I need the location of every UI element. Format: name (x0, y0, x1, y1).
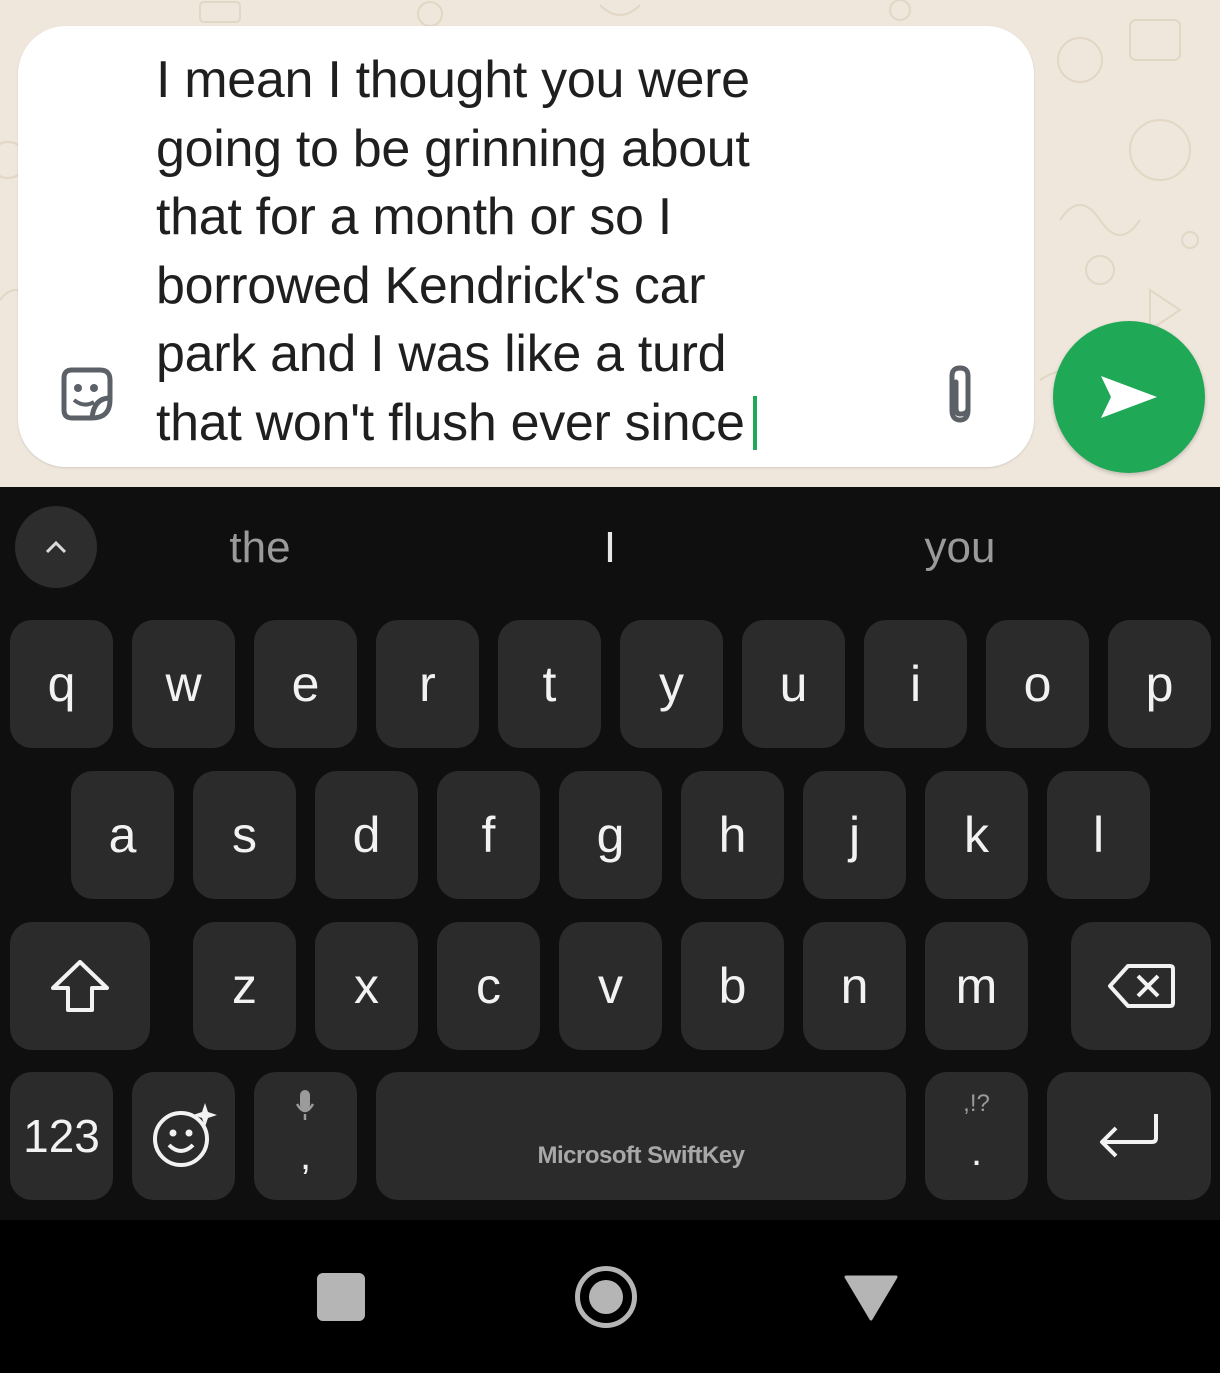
keyboard: the I you q w e r t y u i o p a s d f g … (0, 487, 1220, 1220)
key-d[interactable]: d (315, 771, 418, 899)
attach-button[interactable] (930, 362, 990, 432)
emoji-sparkle-icon (152, 1103, 217, 1167)
sticker-button[interactable] (54, 362, 118, 426)
punctuation-hint: ,!? (963, 1090, 990, 1117)
key-e[interactable]: e (254, 620, 357, 748)
send-button[interactable] (1053, 321, 1205, 473)
enter-return-icon (1100, 1114, 1158, 1158)
suggestion-1[interactable]: the (180, 523, 340, 573)
key-y[interactable]: y (620, 620, 723, 748)
key-q[interactable]: q (10, 620, 113, 748)
text-cursor (752, 395, 757, 450)
space-key[interactable]: Microsoft SwiftKey (376, 1072, 906, 1200)
key-t[interactable]: t (498, 620, 601, 748)
key-z[interactable]: z (193, 922, 296, 1050)
key-p[interactable]: p (1108, 620, 1211, 748)
period-key[interactable]: ,!? . (925, 1072, 1028, 1200)
key-g[interactable]: g (559, 771, 662, 899)
sticker-icon (61, 367, 113, 421)
back-button[interactable] (843, 1274, 899, 1322)
key-b[interactable]: b (681, 922, 784, 1050)
key-v[interactable]: v (559, 922, 662, 1050)
message-compose-box[interactable]: I mean I thought you were going to be gr… (18, 26, 1034, 467)
home-button[interactable] (575, 1266, 637, 1328)
toolbar-expand-button[interactable] (15, 506, 97, 588)
key-x[interactable]: x (315, 922, 418, 1050)
comma-mic-key[interactable]: , (254, 1072, 357, 1200)
backspace-key[interactable] (1071, 922, 1211, 1050)
key-n[interactable]: n (803, 922, 906, 1050)
period-label: . (970, 1130, 983, 1174)
key-c[interactable]: c (437, 922, 540, 1050)
shift-key[interactable] (10, 922, 150, 1050)
recent-apps-button[interactable] (317, 1273, 365, 1321)
key-f[interactable]: f (437, 771, 540, 899)
message-input-text[interactable]: I mean I thought you were going to be gr… (156, 46, 876, 457)
emoji-key[interactable] (132, 1072, 235, 1200)
numbers-key[interactable]: 123 (10, 1072, 113, 1200)
enter-key[interactable] (1047, 1072, 1211, 1200)
chat-area: I mean I thought you were going to be gr… (0, 0, 1220, 487)
chevron-up-icon (45, 540, 67, 554)
comma-label: , (299, 1134, 312, 1178)
paperclip-icon (949, 365, 971, 423)
space-key-label: Microsoft SwiftKey (537, 1142, 745, 1169)
key-a[interactable]: a (71, 771, 174, 899)
key-k[interactable]: k (925, 771, 1028, 899)
key-j[interactable]: j (803, 771, 906, 899)
key-r[interactable]: r (376, 620, 479, 748)
suggestion-3[interactable]: you (880, 523, 1040, 573)
backspace-icon (1108, 964, 1175, 1008)
suggestion-2[interactable]: I (530, 523, 690, 573)
key-u[interactable]: u (742, 620, 845, 748)
navigation-bar (0, 1220, 1220, 1373)
send-arrow-icon (1101, 376, 1157, 418)
shift-arrow-icon (51, 960, 109, 1012)
key-i[interactable]: i (864, 620, 967, 748)
key-h[interactable]: h (681, 771, 784, 899)
message-text: I mean I thought you were going to be gr… (156, 51, 750, 452)
key-s[interactable]: s (193, 771, 296, 899)
key-l[interactable]: l (1047, 771, 1150, 899)
home-dot (589, 1280, 623, 1314)
microphone-icon (295, 1090, 315, 1120)
key-o[interactable]: o (986, 620, 1089, 748)
key-w[interactable]: w (132, 620, 235, 748)
key-m[interactable]: m (925, 922, 1028, 1050)
